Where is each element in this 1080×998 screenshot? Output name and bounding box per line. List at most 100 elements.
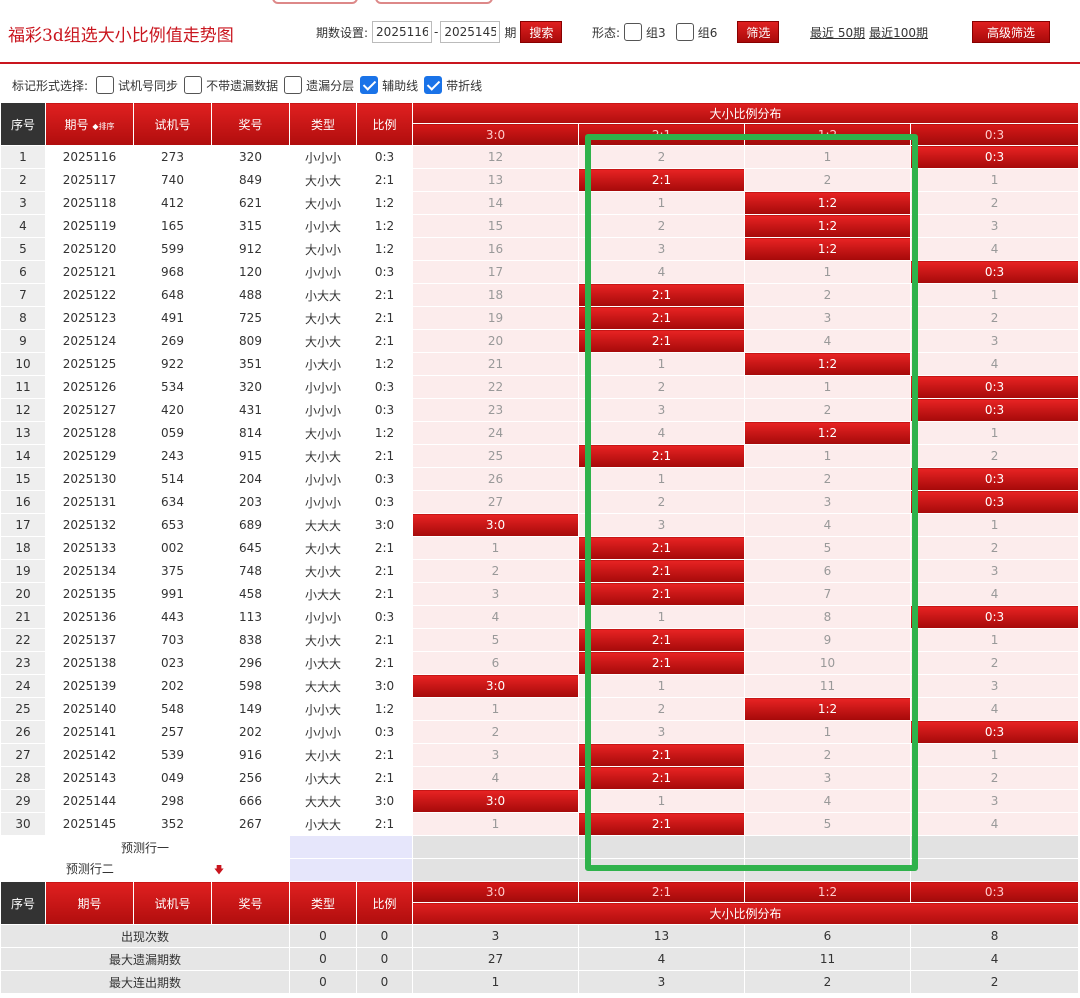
stat-label: 最大遗漏期数 (0, 947, 290, 971)
mark-option-3[interactable]: 辅助线 (360, 76, 418, 94)
prediction-ratio-cell[interactable] (909, 835, 1080, 859)
row-winning: 621 (211, 191, 290, 215)
sort-icon[interactable]: ◆排序 (92, 122, 114, 131)
prediction-ratio-cell[interactable] (909, 858, 1080, 882)
row-seq: 4 (0, 214, 46, 238)
ratio-hit-cell: 1:2 (744, 191, 911, 215)
row-winning: 689 (211, 513, 290, 537)
recent-100-link[interactable]: 最近100期 (869, 24, 928, 41)
ratio-miss-cell: 4 (909, 352, 1080, 376)
row-type: 大小大 (289, 559, 357, 583)
group6-checkbox[interactable] (675, 23, 694, 41)
mark-option-1[interactable]: 不带遗漏数据 (184, 76, 278, 94)
mark-option-checkbox[interactable] (284, 76, 303, 94)
row-winning: 458 (211, 582, 290, 606)
advanced-filter-button[interactable]: 高级筛选 (972, 21, 1050, 43)
period-to-input[interactable] (440, 21, 501, 43)
table-row: 7 2025122 648 488 小大大 2:1 18 2:1 2 1 (0, 283, 1080, 307)
row-seq: 6 (0, 260, 46, 284)
stat-value: 11 (744, 947, 911, 971)
row-period: 2025118 (45, 191, 134, 215)
mark-option-4[interactable]: 带折线 (424, 76, 482, 94)
row-type: 小大大 (289, 812, 357, 836)
mark-option-checkbox[interactable] (360, 76, 379, 94)
prediction-ratio-cell[interactable] (744, 835, 911, 859)
ratio-miss-cell: 5 (744, 812, 911, 836)
row-seq: 26 (0, 720, 46, 744)
mark-option-2[interactable]: 遗漏分层 (284, 76, 354, 94)
row-type: 大大大 (289, 513, 357, 537)
row-seq: 1 (0, 145, 46, 169)
row-seq: 29 (0, 789, 46, 813)
ratio-miss-cell: 4 (909, 697, 1080, 721)
mark-option-label: 遗漏分层 (306, 78, 355, 93)
ratio-hit-cell: 1:2 (744, 697, 911, 721)
row-seq: 27 (0, 743, 46, 767)
ratio-miss-cell: 1 (744, 444, 911, 468)
footer-header-period: 期号 (45, 881, 134, 925)
ratio-miss-cell: 1 (909, 283, 1080, 307)
ratio-hit-cell: 3:0 (412, 674, 579, 698)
top-tab-1[interactable] (272, 0, 358, 4)
ratio-hit-cell: 0:3 (909, 605, 1080, 629)
prediction-ratio-cell[interactable] (412, 835, 579, 859)
row-period: 2025121 (45, 260, 134, 284)
ratio-miss-cell: 3 (578, 513, 745, 537)
prediction-ratio-cell[interactable] (578, 858, 745, 882)
mark-option-checkbox[interactable] (184, 76, 203, 94)
ratio-miss-cell: 2 (909, 536, 1080, 560)
search-button[interactable]: 搜索 (520, 21, 563, 43)
mark-option-checkbox[interactable] (96, 76, 115, 94)
prediction-ratio-cell[interactable] (578, 835, 745, 859)
stat-ratio: 0 (356, 947, 413, 971)
prediction-row[interactable]: 预测行二 🡇 (0, 858, 1080, 882)
table-row: 8 2025123 491 725 大小大 2:1 19 2:1 3 2 (0, 306, 1080, 330)
stat-value: 4 (909, 947, 1080, 971)
header-seq: 序号 (0, 102, 46, 146)
prediction-input-cell[interactable] (289, 858, 413, 882)
row-trial: 049 (133, 766, 212, 790)
row-trial: 059 (133, 421, 212, 445)
mark-option-checkbox[interactable] (424, 76, 443, 94)
row-ratio: 2:1 (356, 766, 413, 790)
period-from-input[interactable] (372, 21, 433, 43)
row-winning: 431 (211, 398, 290, 422)
filter-button[interactable]: 筛选 (737, 21, 780, 43)
row-ratio: 2:1 (356, 329, 413, 353)
mark-option-0[interactable]: 试机号同步 (96, 76, 178, 94)
prediction-input-cell[interactable] (289, 835, 413, 859)
row-type: 大小大 (289, 329, 357, 353)
row-winning: 488 (211, 283, 290, 307)
row-ratio: 2:1 (356, 743, 413, 767)
ratio-miss-cell: 21 (412, 352, 579, 376)
ratio-hit-cell: 3:0 (412, 789, 579, 813)
top-tab-2[interactable] (375, 0, 493, 4)
table-row: 30 2025145 352 267 小大大 2:1 1 2:1 5 4 (0, 812, 1080, 836)
group3-checkbox[interactable] (624, 23, 643, 41)
footer-header-type: 类型 (289, 881, 357, 925)
stat-type: 0 (289, 924, 357, 948)
header-winning: 奖号 (211, 102, 290, 146)
row-seq: 25 (0, 697, 46, 721)
ratio-hit-cell: 2:1 (578, 651, 745, 675)
prediction-ratio-cell[interactable] (744, 858, 911, 882)
row-seq: 22 (0, 628, 46, 652)
row-seq: 16 (0, 490, 46, 514)
arrow-down-icon[interactable]: 🡇 (214, 865, 224, 876)
table-row: 26 2025141 257 202 小小小 0:3 2 3 1 0:3 (0, 720, 1080, 744)
stat-type: 0 (289, 947, 357, 971)
row-ratio: 2:1 (356, 444, 413, 468)
table-row: 27 2025142 539 916 大小大 2:1 3 2:1 2 1 (0, 743, 1080, 767)
row-ratio: 1:2 (356, 421, 413, 445)
ratio-miss-cell: 1 (578, 674, 745, 698)
row-period: 2025130 (45, 467, 134, 491)
ratio-hit-cell: 2:1 (578, 168, 745, 192)
prediction-ratio-cell[interactable] (412, 858, 579, 882)
ratio-miss-cell: 3 (909, 214, 1080, 238)
prediction-row[interactable]: 预测行一 (0, 835, 1080, 859)
row-ratio: 3:0 (356, 789, 413, 813)
header-period[interactable]: 期号 ◆排序 (45, 102, 134, 146)
recent-50-link[interactable]: 最近 50期 (810, 24, 865, 41)
ratio-miss-cell: 2 (412, 559, 579, 583)
period-label: 期数设置: (316, 25, 369, 40)
